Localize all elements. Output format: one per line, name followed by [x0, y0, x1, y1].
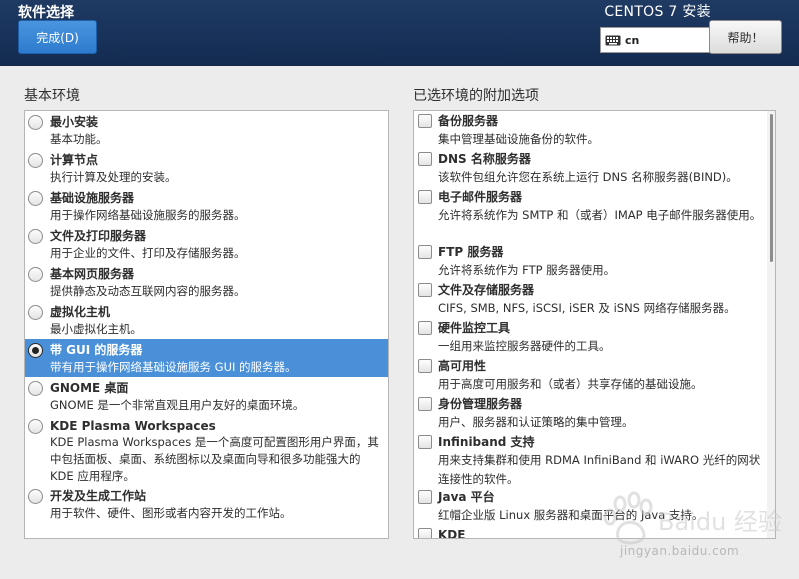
base-environment-title: 基本环境	[24, 88, 80, 104]
env-item-virtualization-host[interactable]: 虚拟化主机 最小虚拟化主机。	[25, 301, 388, 339]
env-item-compute-node[interactable]: 计算节点 执行计算及处理的安装。	[25, 149, 388, 187]
addon-name: 高可用性	[438, 359, 487, 373]
env-desc: 提供静态及动态互联网内容的服务器。	[50, 284, 246, 298]
checkbox[interactable]	[418, 190, 432, 204]
env-item-server-with-gui[interactable]: 带 GUI 的服务器 带有用于操作网络基础设施服务 GUI 的服务器。	[25, 339, 388, 377]
done-button[interactable]: 完成(D)	[18, 20, 97, 54]
radio-button-selected[interactable]	[28, 343, 43, 358]
env-desc: KDE Plasma Workspaces 是一个高度可配置图形用户界面，其中包…	[50, 435, 379, 483]
addon-desc: 集中管理基础设施备份的软件。	[438, 132, 599, 146]
checkbox[interactable]	[418, 245, 432, 259]
keyboard-layout-indicator[interactable]: cn	[600, 27, 712, 53]
checkbox[interactable]	[418, 397, 432, 411]
addon-name: FTP 服务器	[438, 245, 504, 259]
addon-desc: CIFS, SMB, NFS, iSCSI, iSER 及 iSNS 网络存储服…	[438, 301, 736, 315]
addon-desc: 允许将系统作为 SMTP 和（或者）IMAP 电子邮件服务器使用。	[438, 208, 762, 222]
addon-name: 文件及存储服务器	[438, 283, 535, 297]
checkbox[interactable]	[418, 152, 432, 166]
addon-desc: 允许将系统作为 FTP 服务器使用。	[438, 263, 616, 277]
radio-button[interactable]	[28, 229, 43, 244]
env-desc: GNOME 是一个非常直观且用户友好的桌面环境。	[50, 398, 305, 412]
env-name: 开发及生成工作站	[50, 489, 147, 503]
addon-desc: 该软件包组允许您在系统上运行 DNS 名称服务器(BIND)。	[438, 170, 738, 184]
radio-button[interactable]	[28, 381, 43, 396]
addon-item-hardware-monitoring[interactable]: 硬件监控工具 一组用来监控服务器硬件的工具。	[414, 318, 768, 356]
addon-name: DNS 名称服务器	[438, 152, 531, 166]
env-item-file-print-server[interactable]: 文件及打印服务器 用于企业的文件、打印及存储服务器。	[25, 225, 388, 263]
addon-item-dns-server[interactable]: DNS 名称服务器 该软件包组允许您在系统上运行 DNS 名称服务器(BIND)…	[414, 149, 768, 187]
addon-desc: 用来支持集群和使用 RDMA InfiniBand 和 iWARO 光纤的网状连…	[438, 453, 761, 486]
addon-desc: 一组用来监控服务器硬件的工具。	[438, 339, 611, 353]
env-desc: 用于软件、硬件、图形或者内容开发的工作站。	[50, 506, 292, 520]
env-name: GNOME 桌面	[50, 381, 129, 395]
addon-item-mail-server[interactable]: 电子邮件服务器 允许将系统作为 SMTP 和（或者）IMAP 电子邮件服务器使用…	[414, 187, 768, 242]
help-button[interactable]: 帮助！	[709, 20, 782, 54]
addon-item-backup-server[interactable]: 备份服务器 集中管理基础设施备份的软件。	[414, 111, 768, 149]
page-title: 软件选择	[18, 5, 74, 21]
addons-scrollbar[interactable]	[767, 111, 775, 538]
env-item-dev-workstation[interactable]: 开发及生成工作站 用于软件、硬件、图形或者内容开发的工作站。	[25, 485, 388, 523]
addon-item-high-availability[interactable]: 高可用性 用于高度可用服务和（或者）共享存储的基础设施。	[414, 356, 768, 394]
env-name: 最小安装	[50, 115, 99, 129]
keyboard-layout-label: cn	[625, 33, 640, 47]
checkbox[interactable]	[418, 114, 432, 128]
env-item-web-server[interactable]: 基本网页服务器 提供静态及动态互联网内容的服务器。	[25, 263, 388, 301]
radio-button[interactable]	[28, 267, 43, 282]
addon-desc: 用户、服务器和认证策略的集中管理。	[438, 415, 634, 429]
base-environment-list: 最小安装 基本功能。 计算节点 执行计算及处理的安装。 基础设施服务器 用于操作…	[24, 110, 389, 539]
keyboard-icon	[605, 35, 621, 45]
addon-item-ftp-server[interactable]: FTP 服务器 允许将系统作为 FTP 服务器使用。	[414, 242, 768, 280]
env-name: KDE Plasma Workspaces	[50, 419, 216, 433]
env-desc: 带有用于操作网络基础设施服务 GUI 的服务器。	[50, 360, 297, 374]
addon-item-identity-management[interactable]: 身份管理服务器 用户、服务器和认证策略的集中管理。	[414, 394, 768, 432]
top-bar: 软件选择 完成(D) CENTOS 7 安装 cn 帮助！	[0, 0, 799, 66]
env-name: 虚拟化主机	[50, 305, 111, 319]
addon-desc: 用于高度可用服务和（或者）共享存储的基础设施。	[438, 377, 703, 391]
env-name: 基本网页服务器	[50, 267, 135, 281]
addons-list: 备份服务器 集中管理基础设施备份的软件。 DNS 名称服务器 该软件包组允许您在…	[413, 110, 776, 539]
addon-name: 硬件监控工具	[438, 321, 511, 335]
env-item-gnome-desktop[interactable]: GNOME 桌面 GNOME 是一个非常直观且用户友好的桌面环境。	[25, 377, 388, 415]
env-desc: 用于企业的文件、打印及存储服务器。	[50, 246, 246, 260]
checkbox[interactable]	[418, 435, 432, 449]
env-item-kde-plasma[interactable]: KDE Plasma Workspaces KDE Plasma Workspa…	[25, 415, 388, 485]
env-item-minimal[interactable]: 最小安装 基本功能。	[25, 111, 388, 149]
scrollbar-thumb[interactable]	[770, 114, 773, 262]
radio-button[interactable]	[28, 489, 43, 504]
checkbox[interactable]	[418, 321, 432, 335]
env-name: 基础设施服务器	[50, 191, 135, 205]
addon-name: 电子邮件服务器	[438, 190, 523, 204]
env-desc: 用于操作网络基础设施服务的服务器。	[50, 208, 246, 222]
addon-name: 备份服务器	[438, 114, 499, 128]
watermark-text: jingyan.baidu.com	[620, 544, 740, 558]
checkbox[interactable]	[418, 528, 432, 538]
checkbox[interactable]	[418, 490, 432, 504]
radio-button[interactable]	[28, 153, 43, 168]
env-name: 带 GUI 的服务器	[50, 343, 143, 357]
env-desc: 最小虚拟化主机。	[50, 322, 142, 336]
addons-title: 已选环境的附加选项	[413, 88, 539, 104]
radio-button[interactable]	[28, 115, 43, 130]
watermark-logo-text: Baidu 经验	[658, 508, 782, 536]
addon-item-file-storage-server[interactable]: 文件及存储服务器 CIFS, SMB, NFS, iSCSI, iSER 及 i…	[414, 280, 768, 318]
addon-name: 身份管理服务器	[438, 397, 523, 411]
env-desc: 基本功能。	[50, 132, 108, 146]
checkbox[interactable]	[418, 283, 432, 297]
radio-button[interactable]	[28, 305, 43, 320]
product-title: CENTOS 7 安装	[604, 4, 711, 20]
radio-button[interactable]	[28, 191, 43, 206]
env-name: 文件及打印服务器	[50, 229, 147, 243]
addon-name: Infiniband 支持	[438, 435, 535, 449]
env-desc: 执行计算及处理的安装。	[50, 170, 177, 184]
checkbox[interactable]	[418, 359, 432, 373]
env-item-infrastructure-server[interactable]: 基础设施服务器 用于操作网络基础设施服务的服务器。	[25, 187, 388, 225]
addon-item-infiniband[interactable]: Infiniband 支持 用来支持集群和使用 RDMA InfiniBand …	[414, 432, 768, 487]
radio-button[interactable]	[28, 419, 43, 434]
env-name: 计算节点	[50, 153, 99, 167]
